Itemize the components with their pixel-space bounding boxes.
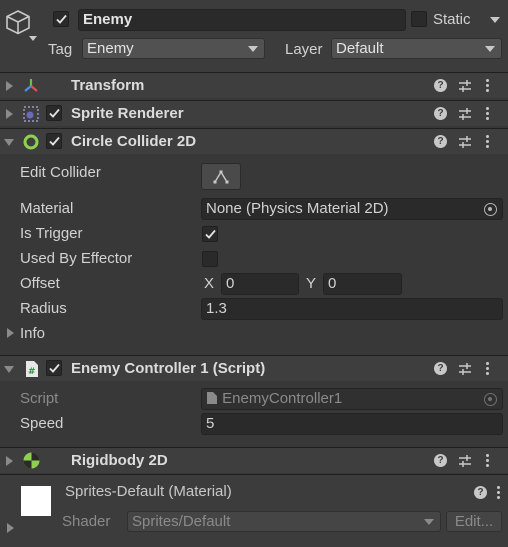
enemy-controller-enabled-checkbox[interactable] bbox=[46, 360, 62, 376]
chevron-down-icon bbox=[248, 46, 258, 52]
rigidbody-title: Rigidbody 2D bbox=[71, 452, 168, 469]
chevron-down-icon bbox=[424, 519, 434, 525]
help-icon[interactable]: ? bbox=[434, 79, 447, 92]
enemy-controller-title: Enemy Controller 1 (Script) bbox=[71, 360, 266, 377]
chevron-down-icon bbox=[485, 46, 495, 52]
tag-dropdown[interactable]: Enemy bbox=[82, 38, 265, 59]
transform-axes-icon bbox=[22, 77, 40, 99]
kebab-menu-icon[interactable] bbox=[486, 361, 490, 377]
kebab-menu-icon[interactable] bbox=[486, 106, 490, 122]
kebab-menu-icon[interactable] bbox=[486, 134, 490, 150]
gameobject-name-field[interactable]: Enemy bbox=[78, 9, 406, 31]
script-file-icon: # bbox=[24, 360, 40, 382]
static-dropdown-caret-icon[interactable] bbox=[490, 17, 500, 23]
presets-icon[interactable] bbox=[458, 78, 472, 98]
offset-x-field[interactable]: 0 bbox=[221, 273, 299, 295]
shader-edit-button[interactable]: Edit... bbox=[446, 511, 502, 532]
active-toggle[interactable] bbox=[53, 11, 69, 27]
header-actions: ? bbox=[434, 452, 500, 470]
transform-title: Transform bbox=[71, 77, 145, 94]
sprite-renderer-icon bbox=[22, 105, 40, 127]
layer-label: Layer bbox=[285, 41, 323, 58]
help-icon[interactable]: ? bbox=[434, 135, 447, 148]
presets-icon[interactable] bbox=[458, 134, 472, 154]
gameobject-header: Enemy Static Tag Enemy Layer Default bbox=[0, 0, 508, 72]
shader-value: Sprites/Default bbox=[132, 513, 231, 530]
material-value: None (Physics Material 2D) bbox=[206, 200, 389, 217]
script-file-icon bbox=[206, 391, 218, 409]
sprite-renderer-header[interactable]: Sprite Renderer ? bbox=[0, 100, 508, 126]
layer-value: Default bbox=[336, 40, 384, 57]
kebab-menu-icon[interactable] bbox=[486, 453, 490, 469]
tag-label: Tag bbox=[48, 41, 73, 58]
static-checkbox[interactable] bbox=[411, 11, 427, 27]
offset-y-field[interactable]: 0 bbox=[323, 273, 402, 295]
foldout-expanded-icon[interactable] bbox=[4, 366, 14, 373]
help-icon[interactable]: ? bbox=[434, 454, 447, 467]
offset-y-label[interactable]: Y bbox=[306, 275, 316, 292]
is-trigger-label: Is Trigger bbox=[20, 225, 83, 242]
material-title: Sprites-Default (Material) bbox=[65, 483, 232, 500]
transform-header[interactable]: Transform ? bbox=[0, 72, 508, 98]
rigidbody-icon bbox=[22, 451, 41, 474]
offset-x-label[interactable]: X bbox=[204, 275, 214, 292]
script-value: EnemyController1 bbox=[222, 390, 343, 407]
presets-icon[interactable] bbox=[458, 106, 472, 126]
circle-collider-icon bbox=[22, 133, 40, 155]
kebab-menu-icon[interactable] bbox=[486, 78, 490, 94]
kebab-menu-icon[interactable] bbox=[497, 485, 501, 501]
info-label[interactable]: Info bbox=[20, 325, 45, 342]
script-field: EnemyController1 bbox=[201, 388, 503, 410]
info-foldout-icon[interactable] bbox=[7, 328, 14, 338]
foldout-collapsed-icon[interactable] bbox=[6, 81, 13, 91]
material-preview-swatch[interactable] bbox=[21, 486, 51, 516]
edit-shape-icon bbox=[213, 170, 229, 184]
edit-collider-button[interactable] bbox=[201, 163, 241, 190]
circle-collider-enabled-checkbox[interactable] bbox=[46, 133, 62, 149]
script-label: Script bbox=[20, 390, 59, 407]
speed-field[interactable]: 5 bbox=[201, 413, 503, 435]
offset-label: Offset bbox=[20, 275, 60, 292]
sprite-renderer-enabled-checkbox[interactable] bbox=[46, 105, 62, 121]
header-actions: ? bbox=[434, 77, 500, 95]
radius-field[interactable]: 1.3 bbox=[201, 298, 503, 320]
foldout-collapsed-icon[interactable] bbox=[6, 456, 13, 466]
static-label: Static bbox=[433, 11, 471, 28]
used-by-effector-checkbox[interactable] bbox=[202, 251, 218, 267]
object-picker-icon bbox=[484, 393, 497, 406]
tag-value: Enemy bbox=[87, 40, 134, 57]
help-icon[interactable]: ? bbox=[434, 107, 447, 120]
material-section: Sprites-Default (Material) ? Shader Spri… bbox=[0, 474, 508, 547]
header-actions: ? bbox=[434, 133, 500, 151]
used-by-effector-label: Used By Effector bbox=[20, 250, 133, 267]
header-actions: ? bbox=[434, 105, 500, 123]
material-foldout-icon[interactable] bbox=[7, 523, 14, 533]
material-field[interactable]: None (Physics Material 2D) bbox=[201, 198, 503, 220]
rigidbody-header[interactable]: Rigidbody 2D ? bbox=[0, 447, 508, 473]
presets-icon[interactable] bbox=[458, 453, 472, 473]
presets-icon[interactable] bbox=[458, 361, 472, 381]
shader-label: Shader bbox=[62, 513, 111, 530]
sprite-renderer-title: Sprite Renderer bbox=[71, 105, 184, 122]
svg-text:#: # bbox=[28, 367, 36, 377]
enemy-controller-header[interactable]: # Enemy Controller 1 (Script) ? bbox=[0, 355, 508, 381]
edit-collider-label: Edit Collider bbox=[20, 164, 101, 181]
object-picker-icon[interactable] bbox=[484, 203, 497, 216]
help-icon[interactable]: ? bbox=[474, 486, 487, 499]
speed-label: Speed bbox=[20, 415, 64, 432]
cube-icon[interactable] bbox=[4, 8, 32, 40]
foldout-expanded-icon[interactable] bbox=[4, 139, 14, 146]
foldout-collapsed-icon[interactable] bbox=[6, 109, 13, 119]
shader-dropdown[interactable]: Sprites/Default bbox=[127, 511, 441, 532]
header-actions: ? bbox=[434, 360, 500, 378]
circle-collider-title: Circle Collider 2D bbox=[71, 133, 197, 150]
cube-dropdown-caret-icon[interactable] bbox=[29, 36, 37, 41]
circle-collider-header[interactable]: Circle Collider 2D ? bbox=[0, 128, 508, 154]
radius-label: Radius bbox=[20, 300, 67, 317]
material-label: Material bbox=[20, 200, 74, 217]
help-icon[interactable]: ? bbox=[434, 362, 447, 375]
is-trigger-checkbox[interactable] bbox=[202, 226, 218, 242]
layer-dropdown[interactable]: Default bbox=[331, 38, 502, 59]
